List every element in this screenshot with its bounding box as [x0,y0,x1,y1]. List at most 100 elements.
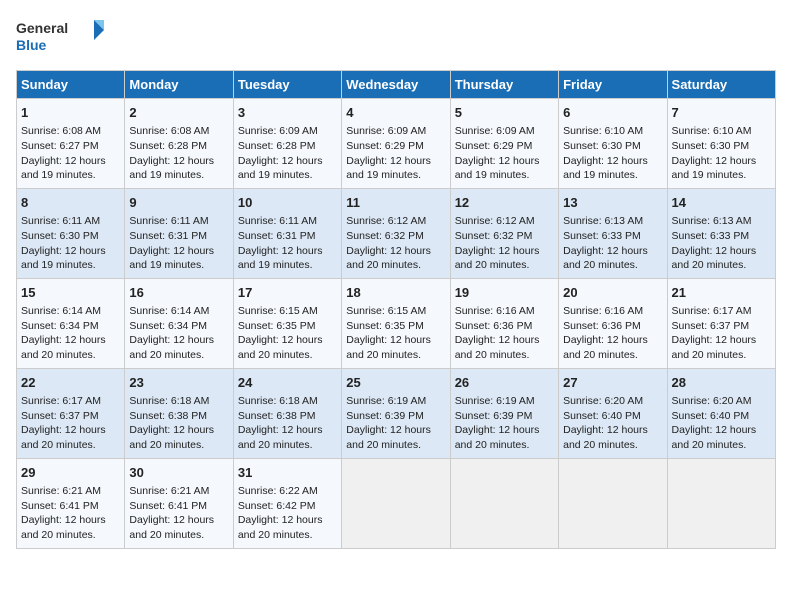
header-sunday: Sunday [17,71,125,99]
sunset-label: Sunset: 6:38 PM [238,410,316,422]
logo-svg: General Blue [16,16,106,58]
day-number: 9 [129,194,228,212]
daylight-minutes: and 20 minutes. [563,439,638,451]
daylight-label: Daylight: 12 hours [455,245,540,257]
sunrise-label: Sunrise: 6:19 AM [455,395,535,407]
calendar-cell: 16Sunrise: 6:14 AMSunset: 6:34 PMDayligh… [125,278,233,368]
sunset-label: Sunset: 6:37 PM [672,320,750,332]
calendar-cell: 3 Sunrise: 6:09 AM Sunset: 6:28 PM Daylight… [233,99,341,189]
daylight-label: Daylight: 12 hours [238,155,323,167]
day-number: 6 [563,104,662,122]
daylight-label: Daylight: 12 hours [672,155,757,167]
daylight-label: Daylight: 12 hours [21,155,106,167]
sunset-label: Sunset: 6:34 PM [21,320,99,332]
daylight-label: Daylight: 12 hours [129,514,214,526]
calendar-cell: 10Sunrise: 6:11 AMSunset: 6:31 PMDayligh… [233,188,341,278]
day-number: 16 [129,284,228,302]
calendar-cell: 19Sunrise: 6:16 AMSunset: 6:36 PMDayligh… [450,278,558,368]
calendar-cell: 20Sunrise: 6:16 AMSunset: 6:36 PMDayligh… [559,278,667,368]
header-tuesday: Tuesday [233,71,341,99]
sunrise-label: Sunrise: 6:16 AM [563,305,643,317]
calendar-cell [342,458,450,548]
sunset-label: Sunset: 6:29 PM [455,140,533,152]
day-number: 30 [129,464,228,482]
day-number: 1 [21,104,120,122]
day-number: 2 [129,104,228,122]
calendar-cell: 5Sunrise: 6:09 AMSunset: 6:29 PMDaylight… [450,99,558,189]
sunrise-label: Sunrise: 6:14 AM [21,305,101,317]
sunrise-label: Sunrise: 6:14 AM [129,305,209,317]
calendar-week-4: 22Sunrise: 6:17 AMSunset: 6:37 PMDayligh… [17,368,776,458]
sunrise-label: Sunrise: 6:09 AM [346,125,426,137]
daylight-label: Daylight: 12 hours [563,424,648,436]
daylight-label: Daylight: 12 hours [346,334,431,346]
sunrise-label: Sunrise: 6:20 AM [563,395,643,407]
daylight-label: Daylight: 12 hours [563,245,648,257]
daylight-minutes: and 19 minutes. [21,259,96,271]
sunrise-label: Sunrise: 6:09 AM [238,125,318,137]
sunset-label: Sunset: 6:28 PM [238,140,316,152]
day-number: 11 [346,194,445,212]
daylight-label: Daylight: 12 hours [455,334,540,346]
daylight-minutes: and 20 minutes. [238,529,313,541]
calendar-week-1: 1Sunrise: 6:08 AMSunset: 6:27 PMDaylight… [17,99,776,189]
daylight-label: Daylight: 12 hours [672,424,757,436]
header-friday: Friday [559,71,667,99]
calendar-cell [450,458,558,548]
calendar-cell: 22Sunrise: 6:17 AMSunset: 6:37 PMDayligh… [17,368,125,458]
day-number: 29 [21,464,120,482]
daylight-minutes: and 20 minutes. [129,349,204,361]
day-number: 3 [238,104,337,122]
sunrise-label: Sunrise: 6:11 AM [129,215,208,227]
calendar-cell: 13Sunrise: 6:13 AMSunset: 6:33 PMDayligh… [559,188,667,278]
daylight-label: Daylight: 12 hours [672,245,757,257]
daylight-minutes: and 20 minutes. [672,259,747,271]
sunrise-label: Sunrise: 6:21 AM [21,485,101,497]
daylight-minutes: and 20 minutes. [455,439,530,451]
day-number: 10 [238,194,337,212]
calendar-cell: 28Sunrise: 6:20 AMSunset: 6:40 PMDayligh… [667,368,775,458]
sunset-label: Sunset: 6:38 PM [129,410,207,422]
daylight-label: Daylight: 12 hours [21,424,106,436]
sunset-label: Sunset: 6:31 PM [129,230,207,242]
calendar-cell: 2Sunrise: 6:08 AMSunset: 6:28 PMDaylight… [125,99,233,189]
daylight-label: Daylight: 12 hours [238,334,323,346]
sunrise-label: Sunrise: 6:10 AM [563,125,643,137]
sunrise-label: Sunrise: 6:16 AM [455,305,535,317]
sunrise-label: Sunrise: 6:09 AM [455,125,535,137]
calendar-cell: 24Sunrise: 6:18 AMSunset: 6:38 PMDayligh… [233,368,341,458]
daylight-minutes: and 20 minutes. [346,259,421,271]
header-saturday: Saturday [667,71,775,99]
day-number: 28 [672,374,771,392]
sunset-label: Sunset: 6:29 PM [346,140,424,152]
daylight-minutes: and 20 minutes. [563,259,638,271]
calendar-cell: 14Sunrise: 6:13 AMSunset: 6:33 PMDayligh… [667,188,775,278]
daylight-label: Daylight: 12 hours [21,514,106,526]
day-number: 5 [455,104,554,122]
daylight-minutes: and 20 minutes. [455,259,530,271]
daylight-label: Daylight: 12 hours [129,424,214,436]
calendar-cell: 27Sunrise: 6:20 AMSunset: 6:40 PMDayligh… [559,368,667,458]
day-number: 25 [346,374,445,392]
sunset-label: Sunset: 6:28 PM [129,140,207,152]
daylight-label: Daylight: 12 hours [21,245,106,257]
sunset-label: Sunset: 6:35 PM [346,320,424,332]
daylight-minutes: and 20 minutes. [455,349,530,361]
sunset-label: Sunset: 6:42 PM [238,500,316,512]
calendar-cell: 17Sunrise: 6:15 AMSunset: 6:35 PMDayligh… [233,278,341,368]
daylight-minutes: and 19 minutes. [21,169,96,181]
calendar-cell: 15Sunrise: 6:14 AMSunset: 6:34 PMDayligh… [17,278,125,368]
day-number: 31 [238,464,337,482]
daylight-minutes: and 20 minutes. [21,349,96,361]
daylight-minutes: and 20 minutes. [238,439,313,451]
daylight-minutes: and 20 minutes. [238,349,313,361]
daylight-minutes: and 20 minutes. [672,439,747,451]
daylight-label: Daylight: 12 hours [21,334,106,346]
sunset-label: Sunset: 6:39 PM [346,410,424,422]
sunset-label: Sunset: 6:36 PM [563,320,641,332]
daylight-label: Daylight: 12 hours [346,245,431,257]
calendar-cell [559,458,667,548]
daylight-minutes: and 19 minutes. [455,169,530,181]
sunset-label: Sunset: 6:41 PM [21,500,99,512]
calendar-week-5: 29 Sunrise: 6:21 AM Sunset: 6:41 PM Dayligh… [17,458,776,548]
